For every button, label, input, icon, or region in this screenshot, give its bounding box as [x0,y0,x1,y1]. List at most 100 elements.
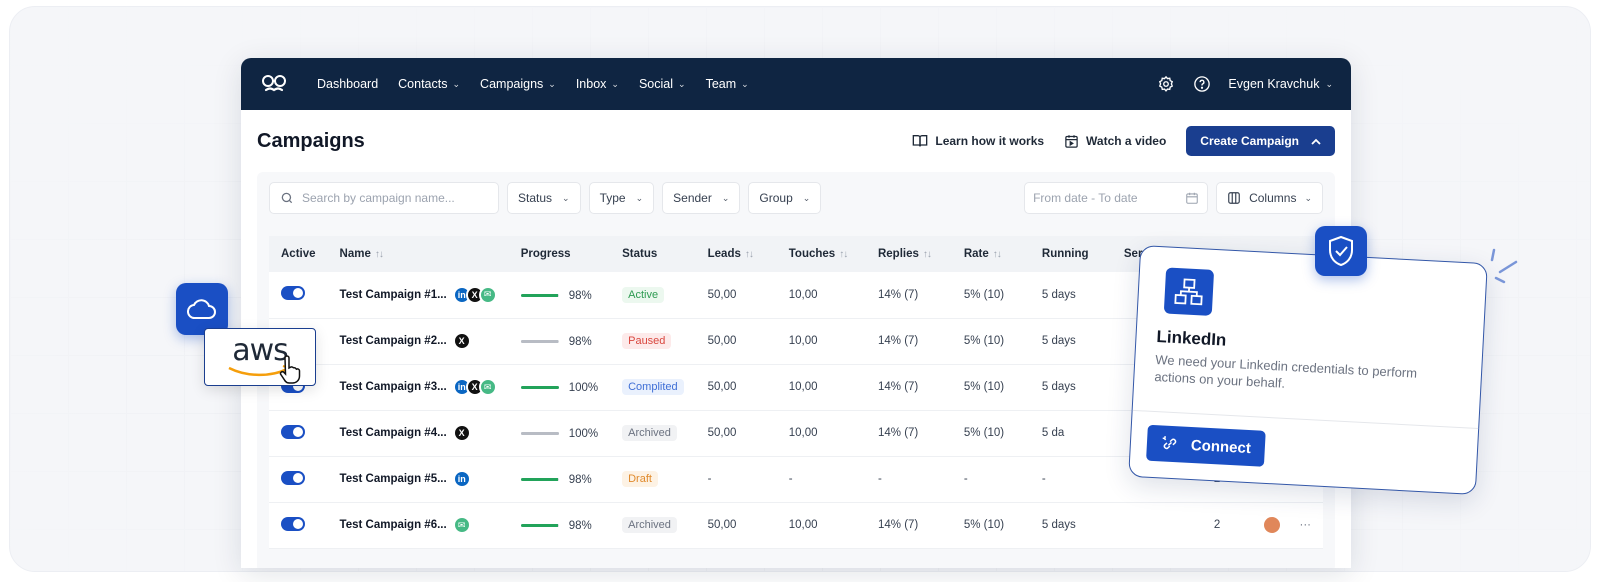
type-filter[interactable]: Type ⌄ [588,182,655,214]
active-cell [269,410,328,456]
col-replies[interactable]: Replies ↑↓ [866,236,952,272]
progress-label: 98% [568,519,592,532]
aws-card[interactable]: aws [204,328,316,386]
campaign-name[interactable]: Test Campaign #1... [340,289,447,301]
active-toggle[interactable] [281,424,305,439]
campaign-name[interactable]: Test Campaign #3... [340,381,447,393]
group-filter[interactable]: Group ⌄ [748,182,822,214]
running-cell: 5 days [1041,519,1076,531]
sender-cell: 2 ··· [1112,502,1323,548]
nav-item-dashboard[interactable]: Dashboard [317,77,378,91]
active-cell [269,272,328,318]
touches-cell: - [788,473,793,485]
status-badge: Archived [622,517,677,533]
progress-cell: 100% [509,410,610,456]
nav-item-label: Team [705,77,737,91]
nav-item-contacts[interactable]: Contacts ⌄ [398,77,460,91]
nav-item-campaigns[interactable]: Campaigns ⌄ [480,77,556,91]
columns-icon [1228,192,1240,204]
video-link[interactable]: Watch a video [1064,134,1166,149]
status-cell: Complited [610,364,696,410]
chevron-down-icon: ⌄ [802,192,811,203]
col-status-label: Status [622,248,658,260]
active-toggle[interactable] [281,470,305,485]
nav-item-label: Dashboard [317,77,379,91]
col-name[interactable]: Name ↑↓ [328,236,509,272]
col-status: Status [610,236,696,272]
col-active: Active [269,236,328,272]
status-filter[interactable]: Status ⌄ [507,182,581,214]
col-progress: Progress [509,236,610,272]
linkedin-title: LinkedIn [1156,327,1227,350]
help-icon[interactable] [1192,74,1212,94]
chevron-down-icon: ⌄ [1325,78,1333,89]
running-cell: - [1041,473,1046,485]
col-active-label: Active [281,248,316,260]
col-rate[interactable]: Rate ↑↓ [952,236,1030,272]
chevron-down-icon: ⌄ [741,78,749,89]
table-row[interactable]: Test Campaign #6... ✉ 98% Archived 50,00 … [269,502,1323,548]
progress-cell: 98% [509,502,610,548]
calendar-icon [1186,192,1198,204]
col-name-label: Name [339,248,371,260]
active-toggle[interactable] [281,286,305,301]
rate-cell: 5% (10) [963,288,1005,301]
campaign-name[interactable]: Test Campaign #5... [340,473,447,485]
name-cell: Test Campaign #2... X [328,318,509,364]
group-filter-label: Group [759,191,793,205]
status-badge: Archived [622,425,677,441]
sender-filter[interactable]: Sender ⌄ [662,182,741,214]
user-menu[interactable]: Evgen Kravchuk ⌄ [1228,77,1333,91]
nav-item-team[interactable]: Team ⌄ [706,77,749,91]
page-header: Campaigns Learn how it works Watch a vid… [241,110,1351,172]
date-range-picker[interactable]: From date - To date [1024,182,1209,214]
x-icon: X [452,332,471,350]
search-icon [281,192,293,204]
email-icon: ✉ [478,285,497,304]
progress-cell: 100% [509,364,610,410]
search-input[interactable] [302,191,482,205]
columns-button[interactable]: Columns ⌄ [1216,182,1323,214]
progress-label: 98% [568,289,592,302]
col-leads[interactable]: Leads ↑↓ [696,236,777,272]
chevron-down-icon: ⌄ [611,78,619,89]
learn-link-label: Learn how it works [935,134,1045,148]
network-icon [1163,267,1215,316]
logo-icon[interactable] [259,72,289,96]
columns-label: Columns [1249,191,1297,205]
search-box[interactable] [269,182,499,214]
linkedin-connect-card: LinkedIn We need your Linkedin credentia… [1128,245,1488,495]
connect-button[interactable]: Connect [1146,424,1266,467]
sort-icon: ↑↓ [374,249,384,260]
email-icon: ✉ [478,378,497,396]
campaign-name[interactable]: Test Campaign #2... [340,335,447,347]
leads-cell: 50,00 [707,519,737,531]
status-badge: Complited [622,379,684,395]
learn-link[interactable]: Learn how it works [912,134,1044,148]
avatar [1263,517,1280,533]
create-campaign-label: Create Campaign [1200,134,1299,148]
nav-item-label: Contacts [398,77,448,91]
rate-cell: 5% (10) [963,381,1005,393]
progress-label: 100% [568,427,599,440]
leads-cell: 50,00 [707,427,737,439]
sparkle-lines-icon [1490,248,1518,284]
gear-icon[interactable] [1156,74,1176,94]
progress-bar [520,478,559,482]
nav-item-social[interactable]: Social ⌄ [639,77,686,91]
more-actions-icon[interactable]: ··· [1300,519,1312,531]
campaign-name[interactable]: Test Campaign #6... [340,519,447,531]
nav-item-label: Campaigns [480,77,544,91]
col-touches[interactable]: Touches ↑↓ [777,236,866,272]
progress-label: 100% [568,381,599,394]
email-icon: ✉ [452,516,471,534]
campaign-name[interactable]: Test Campaign #4... [340,427,447,439]
create-campaign-button[interactable]: Create Campaign [1186,126,1335,156]
status-cell: Archived [610,502,696,548]
progress-label: 98% [568,335,592,348]
nav-item-inbox[interactable]: Inbox ⌄ [576,77,619,91]
video-link-label: Watch a video [1086,134,1167,148]
nav-item-label: Inbox [575,77,607,91]
progress-bar [520,340,559,344]
active-toggle[interactable] [281,516,305,531]
